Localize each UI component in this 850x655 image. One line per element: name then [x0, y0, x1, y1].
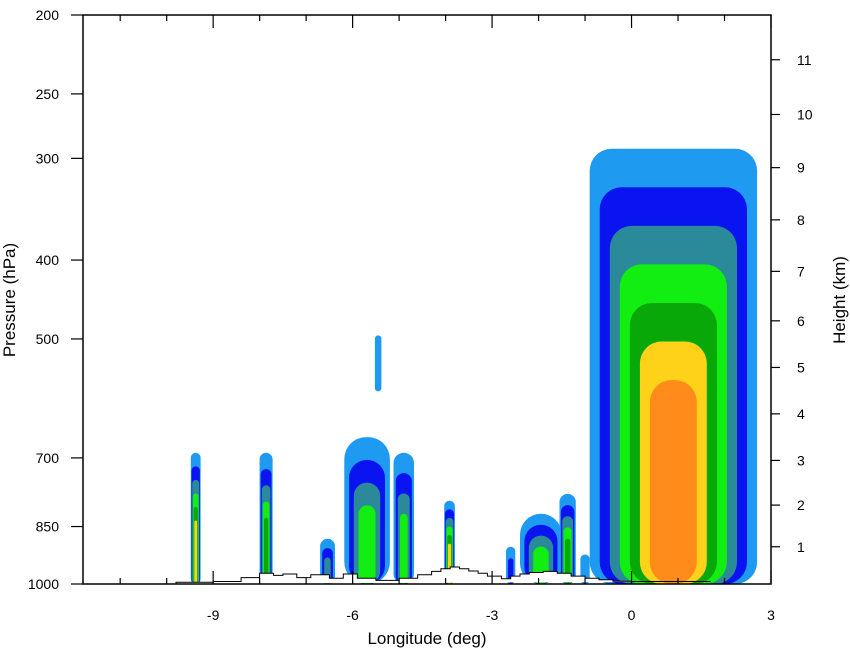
y2-tick-label-6: 7 — [797, 263, 805, 279]
y2-tick-label-8: 9 — [797, 160, 805, 176]
cell-lon-minus-1.4 — [559, 493, 576, 584]
y-tick-label-6: 850 — [36, 519, 60, 535]
x-tick-label-2: -3 — [486, 607, 499, 623]
chart: -9 -6 -3 0 3 200 250 300 400 500 700 850 1000 1 2 3 4 5 6 7… — [0, 0, 850, 650]
x-tick-label-0: -9 — [207, 607, 220, 623]
cell-lon-minus-4.9 — [393, 452, 414, 584]
right-axis-label: Height (km) — [830, 256, 849, 344]
y-tick-label-5: 700 — [36, 450, 60, 466]
x-tick-label-4: 3 — [767, 607, 775, 623]
cell-lon-0-to-2.6-level-7 — [649, 380, 697, 584]
y-tick-label-2: 300 — [36, 150, 60, 166]
y2-tick-label-7: 8 — [797, 212, 805, 228]
cell-lon-minus-5.8-level-4 — [358, 505, 376, 584]
chart-canvas: -9 -6 -3 0 3 200 250 300 400 500 700 850 1000 1 2 3 4 5 6 7… — [0, 0, 850, 650]
y-tick-label-4: 500 — [36, 331, 60, 347]
y2-tick-label-3: 4 — [797, 406, 805, 422]
cell-lon-minus-9.3-level-6 — [194, 520, 198, 584]
y2-tick-label-9: 10 — [797, 106, 813, 122]
y-tick-label-1: 250 — [36, 86, 60, 102]
cell-lon-minus-7.9 — [259, 452, 273, 584]
cell-lon-minus-5.5-upper — [374, 335, 382, 392]
y-tick-label-3: 400 — [36, 252, 60, 268]
y2-tick-label-1: 2 — [797, 497, 805, 513]
y2-tick-label-0: 1 — [797, 539, 805, 555]
x-tick-label-1: -6 — [346, 607, 359, 623]
x-tick-label-3: 0 — [628, 607, 636, 623]
x-axis-label: Longitude (deg) — [367, 629, 486, 648]
cell-lon-minus-5.8 — [344, 437, 390, 584]
y2-tick-label-10: 11 — [797, 52, 812, 68]
cell-lon-0-to-2.6 — [589, 148, 758, 585]
y2-tick-label-2: 3 — [797, 452, 805, 468]
cell-lon-minus-5.5-upper-level-1 — [374, 335, 382, 392]
cell-lon-minus-4.9-level-4 — [400, 513, 408, 584]
y-axis-label: Pressure (hPa) — [0, 243, 19, 357]
y-tick-label-0: 200 — [36, 7, 60, 23]
y-tick-label-7: 1000 — [28, 576, 59, 592]
y2-tick-label-5: 6 — [797, 313, 805, 329]
y2-tick-label-4: 5 — [797, 359, 805, 375]
cell-lon-minus-9.3 — [190, 452, 201, 584]
